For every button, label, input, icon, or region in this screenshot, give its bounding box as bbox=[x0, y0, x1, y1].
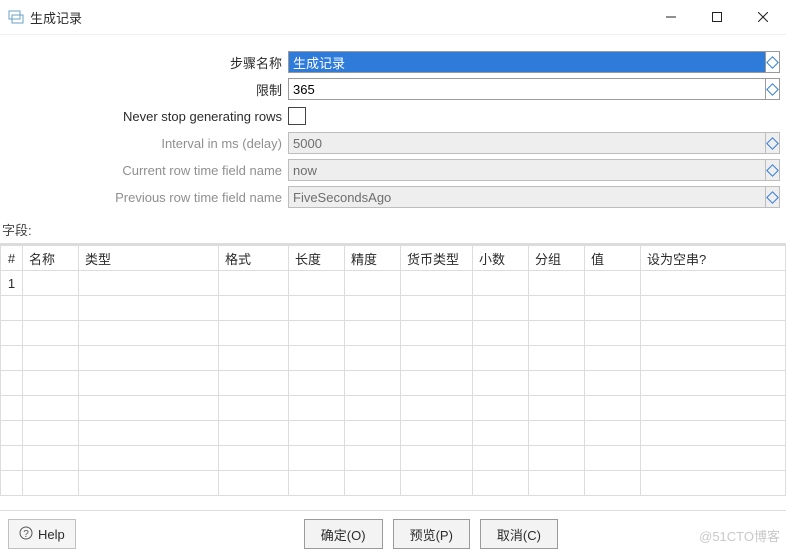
fields-section-label: 字段: bbox=[0, 216, 786, 244]
col-length[interactable]: 长度 bbox=[289, 246, 345, 271]
table-row[interactable] bbox=[1, 321, 786, 346]
cancel-button[interactable]: 取消(C) bbox=[480, 519, 558, 549]
interval-input bbox=[288, 132, 766, 154]
col-format[interactable]: 格式 bbox=[219, 246, 289, 271]
variable-picker-icon bbox=[766, 186, 780, 208]
never-stop-label: Never stop generating rows bbox=[6, 109, 288, 124]
table-row[interactable] bbox=[1, 296, 786, 321]
svg-text:?: ? bbox=[23, 529, 29, 540]
row-index: 1 bbox=[1, 271, 23, 296]
col-setempty[interactable]: 设为空串? bbox=[641, 246, 786, 271]
variable-picker-icon bbox=[766, 132, 780, 154]
table-row[interactable]: 1 bbox=[1, 271, 786, 296]
variable-picker-icon[interactable] bbox=[766, 78, 780, 100]
table-row[interactable] bbox=[1, 396, 786, 421]
variable-picker-icon[interactable] bbox=[766, 51, 780, 73]
close-button[interactable] bbox=[740, 0, 786, 34]
table-row[interactable] bbox=[1, 471, 786, 496]
fields-grid[interactable]: # 名称 类型 格式 长度 精度 货币类型 小数 分组 值 设为空串? 1 bbox=[0, 244, 786, 510]
col-decimal[interactable]: 小数 bbox=[473, 246, 529, 271]
window-title: 生成记录 bbox=[30, 8, 82, 27]
col-currency[interactable]: 货币类型 bbox=[401, 246, 473, 271]
step-name-input[interactable] bbox=[288, 51, 766, 73]
previous-row-time-label: Previous row time field name bbox=[6, 190, 288, 205]
col-index[interactable]: # bbox=[1, 246, 23, 271]
help-label: Help bbox=[38, 527, 65, 542]
never-stop-checkbox[interactable] bbox=[288, 107, 306, 125]
maximize-button[interactable] bbox=[694, 0, 740, 34]
title-bar: 生成记录 bbox=[0, 0, 786, 35]
table-row[interactable] bbox=[1, 346, 786, 371]
col-value[interactable]: 值 bbox=[585, 246, 641, 271]
help-button[interactable]: ? Help bbox=[8, 519, 76, 549]
variable-picker-icon bbox=[766, 159, 780, 181]
limit-input[interactable] bbox=[288, 78, 766, 100]
col-type[interactable]: 类型 bbox=[79, 246, 219, 271]
table-row[interactable] bbox=[1, 421, 786, 446]
minimize-button[interactable] bbox=[648, 0, 694, 34]
col-group[interactable]: 分组 bbox=[529, 246, 585, 271]
step-name-label: 步骤名称 bbox=[6, 53, 288, 72]
interval-label: Interval in ms (delay) bbox=[6, 136, 288, 151]
table-row[interactable] bbox=[1, 371, 786, 396]
current-row-time-label: Current row time field name bbox=[6, 163, 288, 178]
limit-label: 限制 bbox=[6, 80, 288, 99]
table-row[interactable] bbox=[1, 446, 786, 471]
col-precision[interactable]: 精度 bbox=[345, 246, 401, 271]
preview-button[interactable]: 预览(P) bbox=[393, 519, 470, 549]
ok-button[interactable]: 确定(O) bbox=[304, 519, 383, 549]
table-header-row: # 名称 类型 格式 长度 精度 货币类型 小数 分组 值 设为空串? bbox=[1, 246, 786, 271]
col-name[interactable]: 名称 bbox=[23, 246, 79, 271]
current-row-time-input bbox=[288, 159, 766, 181]
app-icon bbox=[8, 9, 24, 25]
help-icon: ? bbox=[19, 526, 33, 543]
previous-row-time-input bbox=[288, 186, 766, 208]
